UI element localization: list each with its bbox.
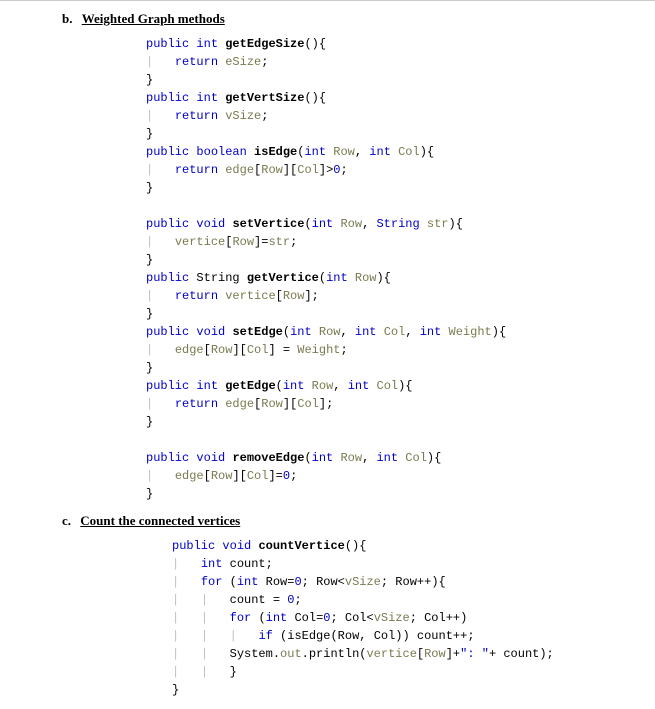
section-c-letter: c. xyxy=(62,513,71,529)
method-getEdge: getEdge xyxy=(225,379,275,393)
method-getVertice: getVertice xyxy=(247,271,319,285)
paren: () xyxy=(304,37,318,51)
code-block-b: public int getEdgeSize(){ | return eSize… xyxy=(62,35,635,503)
document-page: b. Weighted Graph methods public int get… xyxy=(0,0,655,709)
method-setEdge: setEdge xyxy=(232,325,282,339)
method-getEdgeSize: getEdgeSize xyxy=(225,37,304,51)
method-countVertice: countVertice xyxy=(258,539,344,553)
section-c: c. Count the connected vertices public v… xyxy=(62,513,635,699)
kw-return: return xyxy=(175,55,218,69)
method-setVertice: setVertice xyxy=(232,217,304,231)
method-isEdge: isEdge xyxy=(254,145,297,159)
method-getVertSize: getVertSize xyxy=(225,91,304,105)
section-b: b. Weighted Graph methods public int get… xyxy=(62,11,635,503)
section-b-title: Weighted Graph methods xyxy=(82,11,225,26)
var-vSize: vSize xyxy=(225,109,261,123)
section-b-header: b. Weighted Graph methods xyxy=(62,11,635,27)
method-removeEdge: removeEdge xyxy=(232,451,304,465)
section-c-header: c. Count the connected vertices xyxy=(62,513,635,529)
section-c-title: Count the connected vertices xyxy=(80,513,240,528)
kw-public: public xyxy=(146,37,189,51)
section-b-letter: b. xyxy=(62,11,72,27)
code-block-c: public void countVertice(){ | int count;… xyxy=(62,537,635,699)
kw-int: int xyxy=(196,37,218,51)
var-eSize: eSize xyxy=(225,55,261,69)
